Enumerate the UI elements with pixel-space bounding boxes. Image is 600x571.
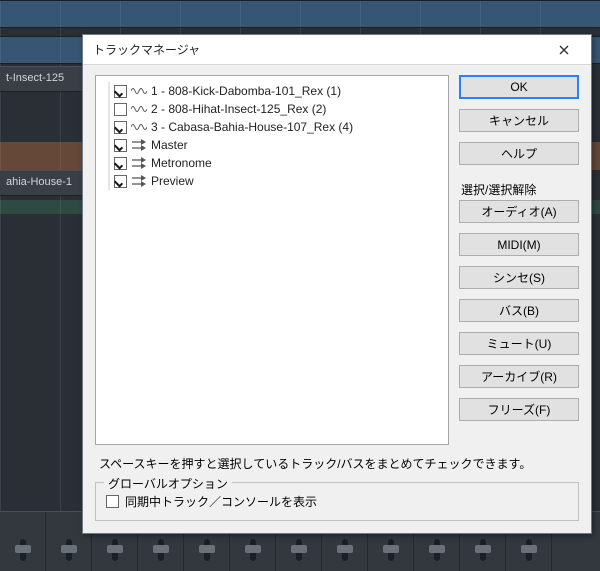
titlebar[interactable]: トラックマネージャ	[83, 35, 591, 65]
track-item[interactable]: Master	[106, 136, 446, 154]
close-button[interactable]	[543, 36, 585, 64]
waveform-icon	[131, 103, 147, 116]
track-item[interactable]: Preview	[106, 172, 446, 190]
select-synth-button[interactable]: シンセ(S)	[459, 266, 579, 289]
footer-hint: スペースキーを押すと選択しているトラック/バスをまとめてチェックできます。	[99, 455, 579, 472]
tree-guide	[106, 118, 112, 136]
track-label: 3 - Cabasa-Bahia-House-107_Rex (4)	[151, 120, 353, 134]
dialog-title: トラックマネージャ	[93, 41, 543, 58]
track-checkbox[interactable]	[114, 175, 127, 188]
sync-visible-label: 同期中トラック／コンソールを表示	[125, 493, 317, 510]
track-label: 1 - 808-Kick-Dabomba-101_Rex (1)	[151, 84, 341, 98]
button-column: OK キャンセル ヘルプ 選択/選択解除 オーディオ(A) MIDI(M) シン…	[459, 75, 579, 445]
track-checkbox[interactable]	[114, 139, 127, 152]
track-label: Metronome	[151, 156, 212, 170]
track-checkbox[interactable]	[114, 103, 127, 116]
checkbox-icon[interactable]	[106, 495, 119, 508]
cancel-button[interactable]: キャンセル	[459, 109, 579, 132]
track-item[interactable]: Metronome	[106, 154, 446, 172]
track-item[interactable]: 1 - 808-Kick-Dabomba-101_Rex (1)	[106, 82, 446, 100]
tree-guide	[106, 172, 112, 190]
track-manager-dialog: トラックマネージャ 1 - 808-Kick-Dabomba-101_Rex (…	[82, 34, 592, 534]
tree-guide	[106, 154, 112, 172]
help-button[interactable]: ヘルプ	[459, 142, 579, 165]
close-icon	[559, 45, 569, 55]
track-tree[interactable]: 1 - 808-Kick-Dabomba-101_Rex (1) 2 - 808-…	[95, 75, 449, 445]
global-options-group: グローバルオプション 同期中トラック／コンソールを表示	[95, 482, 579, 521]
tree-guide	[106, 82, 112, 100]
select-freeze-button[interactable]: フリーズ(F)	[459, 398, 579, 421]
track-label: 2 - 808-Hihat-Insect-125_Rex (2)	[151, 102, 326, 116]
tree-guide	[106, 100, 112, 118]
select-section-label: 選択/選択解除	[461, 181, 579, 198]
track-checkbox[interactable]	[114, 85, 127, 98]
bus-icon	[131, 139, 147, 152]
tree-guide	[106, 136, 112, 154]
waveform-row	[0, 0, 600, 28]
select-midi-button[interactable]: MIDI(M)	[459, 233, 579, 256]
waveform-icon	[131, 85, 147, 98]
select-bus-button[interactable]: バス(B)	[459, 299, 579, 322]
track-item[interactable]: 2 - 808-Hihat-Insect-125_Rex (2)	[106, 100, 446, 118]
track-label: Master	[151, 138, 188, 152]
track-checkbox[interactable]	[114, 157, 127, 170]
select-audio-button[interactable]: オーディオ(A)	[459, 200, 579, 223]
select-mute-button[interactable]: ミュート(U)	[459, 332, 579, 355]
bus-icon	[131, 175, 147, 188]
track-label: Preview	[151, 174, 194, 188]
bus-icon	[131, 157, 147, 170]
sync-visible-checkbox[interactable]: 同期中トラック／コンソールを表示	[106, 493, 568, 510]
global-options-legend: グローバルオプション	[104, 475, 232, 492]
track-checkbox[interactable]	[114, 121, 127, 134]
waveform-icon	[131, 121, 147, 134]
ok-button[interactable]: OK	[459, 75, 579, 99]
select-archive-button[interactable]: アーカイブ(R)	[459, 365, 579, 388]
track-item[interactable]: 3 - Cabasa-Bahia-House-107_Rex (4)	[106, 118, 446, 136]
